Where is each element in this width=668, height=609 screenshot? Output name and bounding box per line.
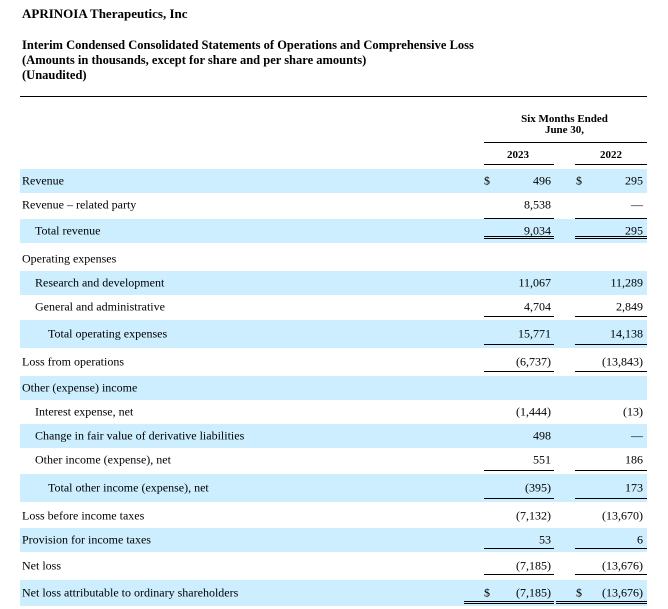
- double-underline: [575, 236, 647, 237]
- underline: [484, 574, 554, 575]
- row-label: Total operating expenses: [48, 326, 168, 341]
- year-2022-header: 2022: [600, 149, 622, 161]
- table-row: Revenue $ 496 $ 295: [20, 169, 647, 193]
- year1-rule: [484, 164, 554, 165]
- year2-rule: [575, 164, 647, 165]
- statement-note: (Unaudited): [22, 68, 87, 82]
- row-label: Other (expense) income: [22, 380, 138, 395]
- row-label: Change in fair value of derivative liabi…: [35, 428, 245, 443]
- value-2023: (395): [525, 480, 551, 495]
- value-2023: (7,132): [516, 508, 551, 523]
- underline: [575, 344, 647, 345]
- table-row: Other income (expense), net 551 186: [20, 448, 647, 472]
- currency-symbol: $: [576, 173, 582, 188]
- underline: [575, 316, 647, 317]
- row-label: Other income (expense), net: [35, 452, 171, 467]
- year-2023-header: 2023: [507, 149, 529, 161]
- table-row: Operating expenses: [20, 247, 647, 271]
- underline: [484, 548, 554, 549]
- value-2023: 498: [533, 428, 551, 443]
- value-2023: (7,185): [516, 558, 551, 573]
- value-2023: 15,771: [518, 326, 551, 341]
- value-2022: 6: [637, 532, 643, 547]
- table-row: Revenue – related party 8,538 —: [20, 193, 647, 217]
- underline: [484, 498, 554, 499]
- underline: [484, 371, 554, 372]
- value-2022: (13,676): [602, 558, 643, 573]
- row-label: General and administrative: [35, 299, 165, 314]
- top-rule: [20, 96, 647, 97]
- row-label: Provision for income taxes: [22, 532, 151, 547]
- value-2022: 173: [625, 480, 643, 495]
- table-row: Research and development 11,067 11,289: [20, 271, 647, 295]
- underline: [575, 470, 647, 471]
- table-row: Other (expense) income: [20, 376, 647, 400]
- period-line2: June 30,: [544, 124, 585, 136]
- currency-symbol: $: [484, 585, 490, 600]
- currency-symbol: $: [576, 585, 582, 600]
- underline: [575, 548, 647, 549]
- value-2022: (13,670): [602, 508, 643, 523]
- row-label: Interest expense, net: [35, 404, 134, 419]
- table-row: Total revenue 9,034 295: [20, 219, 647, 243]
- value-2022: (13,843): [602, 354, 643, 369]
- double-underline: [464, 601, 554, 602]
- value-2022: (13,676): [602, 585, 643, 600]
- double-underline: [556, 601, 647, 602]
- value-2022: —: [631, 428, 643, 443]
- value-2022: —: [631, 197, 643, 212]
- row-label: Total other income (expense), net: [48, 480, 209, 495]
- row-label: Net loss attributable to ordinary shareh…: [22, 585, 239, 600]
- double-underline: [484, 236, 554, 237]
- row-label: Total revenue: [35, 223, 101, 238]
- underline: [575, 498, 647, 499]
- value-2022: 14,138: [610, 326, 643, 341]
- double-underline: [556, 603, 647, 604]
- period-rule: [484, 142, 647, 143]
- statement-titles: Interim Condensed Consolidated Statement…: [22, 38, 474, 83]
- value-2023: 551: [533, 452, 551, 467]
- table-row: Loss before income taxes (7,132) (13,670…: [20, 504, 647, 528]
- underline: [484, 316, 554, 317]
- value-2022: 11,289: [610, 275, 643, 290]
- row-label: Net loss: [22, 558, 61, 573]
- row-label: Revenue – related party: [22, 197, 137, 212]
- row-label: Research and development: [35, 275, 165, 290]
- underline: [575, 574, 647, 575]
- underline: [484, 344, 554, 345]
- value-2022: 2,849: [616, 299, 643, 314]
- row-label: Operating expenses: [22, 251, 117, 266]
- value-2023: 11,067: [518, 275, 551, 290]
- value-2022: 295: [625, 173, 643, 188]
- underline: [575, 371, 647, 372]
- underline: [484, 470, 554, 471]
- table-row: Change in fair value of derivative liabi…: [20, 424, 647, 448]
- value-2023: 53: [539, 532, 551, 547]
- row-label: Loss from operations: [22, 354, 124, 369]
- double-underline: [484, 238, 554, 239]
- period-header: Six Months Ended June 30,: [507, 114, 622, 136]
- value-2023: 8,538: [524, 197, 551, 212]
- row-label: Revenue: [22, 173, 64, 188]
- value-2023: (6,737): [516, 354, 551, 369]
- company-name: APRINOIA Therapeutics, Inc: [22, 6, 188, 21]
- row-label: Loss before income taxes: [22, 508, 145, 523]
- value-2023: (1,444): [516, 404, 551, 419]
- value-2022: 186: [625, 452, 643, 467]
- double-underline: [575, 238, 647, 239]
- value-2023: 4,704: [524, 299, 551, 314]
- double-underline: [464, 603, 554, 604]
- statement-title: Interim Condensed Consolidated Statement…: [22, 38, 474, 52]
- table-row: Interest expense, net (1,444) (13): [20, 400, 647, 424]
- value-2023: 496: [533, 173, 551, 188]
- statement-subtitle: (Amounts in thousands, except for share …: [22, 53, 367, 67]
- value-2022: (13): [623, 404, 643, 419]
- currency-symbol: $: [484, 173, 490, 188]
- value-2023: (7,185): [516, 585, 551, 600]
